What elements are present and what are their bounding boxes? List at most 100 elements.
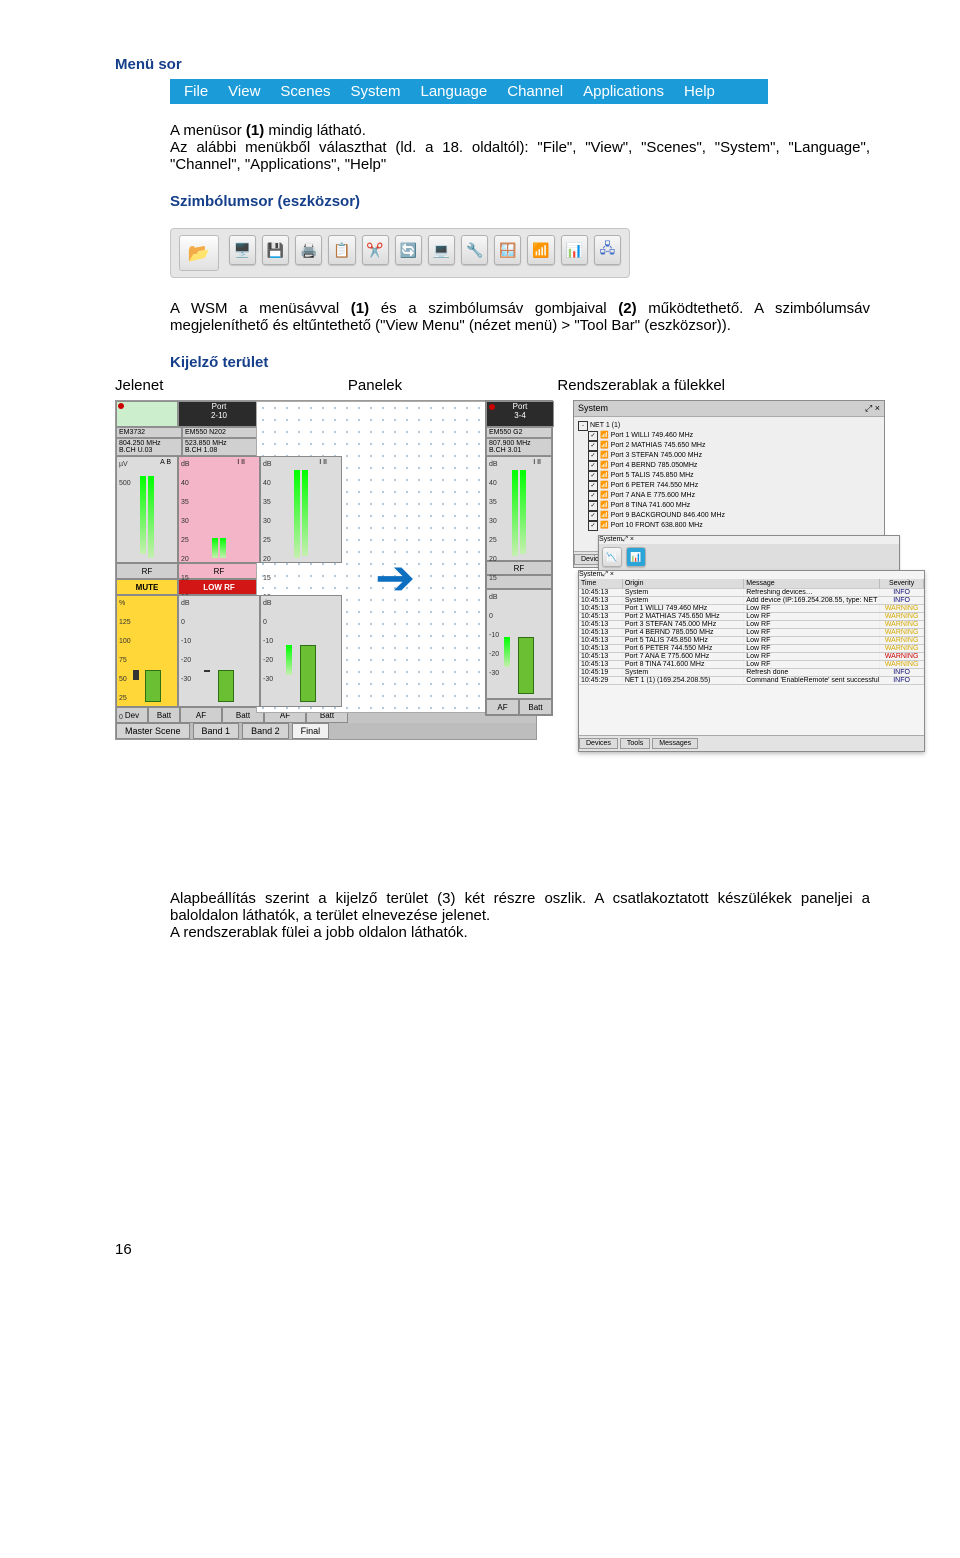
message-row: 10:45:13Port 8 TINA 741.600 MHzLow RFWAR… bbox=[579, 661, 924, 669]
port-hdr-0 bbox=[116, 401, 178, 427]
tree-item[interactable]: ✓📶 Port 3 STEFAN 745.000 MHz bbox=[578, 451, 880, 461]
tab-messages-3[interactable]: Messages bbox=[652, 738, 698, 749]
text: mindig látható. bbox=[264, 122, 366, 139]
tree-item[interactable]: ✓📶 Port 10 FRONT 638.800 MHz bbox=[578, 521, 880, 531]
menu-system[interactable]: System bbox=[350, 83, 400, 100]
paragraph-3: A WSM a menüsávval (1) és a szimbólumsáv… bbox=[170, 300, 870, 334]
menu-scenes[interactable]: Scenes bbox=[280, 83, 330, 100]
spectrum-icon[interactable]: 📊 bbox=[626, 547, 646, 567]
system-tree-titlebar: System⤢ × bbox=[574, 401, 884, 417]
tree-item[interactable]: ✓📶 Port 7 ANA E 775.600 MHz bbox=[578, 491, 880, 501]
af-label-f: AF bbox=[486, 699, 519, 715]
message-row: 10:45:19SystemRefresh doneINFO bbox=[579, 669, 924, 677]
tree: -NET 1 (1) ✓📶 Port 1 WILLI 749.460 MHz✓📶… bbox=[574, 417, 884, 551]
menu-view[interactable]: View bbox=[228, 83, 260, 100]
message-row: 10:45:13Port 1 WILLI 749.460 MHzLow RFWA… bbox=[579, 605, 924, 613]
rf-foot-1: RF bbox=[178, 563, 260, 579]
chart-icon[interactable]: 📊 bbox=[561, 235, 588, 265]
system3-tabs: Devices Tools Messages bbox=[579, 735, 924, 751]
text: A menüsor bbox=[170, 122, 246, 139]
arrow-icon: ➔ bbox=[375, 550, 415, 606]
text: és a szimbólumsáv gombjaival bbox=[369, 300, 618, 317]
tab-devices-3[interactable]: Devices bbox=[579, 738, 618, 749]
save-icon[interactable]: 💾 bbox=[262, 235, 289, 265]
lowrf-badge: LOW RF bbox=[178, 579, 260, 595]
window-icon[interactable]: 🪟 bbox=[494, 235, 521, 265]
rf-meter-1: dB40353025201510 I II bbox=[178, 456, 260, 563]
tree-item[interactable]: ✓📶 Port 5 TALIS 745.850 MHz bbox=[578, 471, 880, 481]
message-row: 10:45:13Port 7 ANA E 775.600 MHzLow RFWA… bbox=[579, 653, 924, 661]
paragraph-1: A menüsor (1) mindig látható. bbox=[170, 122, 870, 139]
paragraph-5: A rendszerablak fülei a jobb oldalon lát… bbox=[170, 924, 870, 941]
tree-net[interactable]: -NET 1 (1) bbox=[578, 421, 880, 431]
network-icon[interactable]: 🖧 bbox=[594, 235, 621, 265]
port34-rf: dB40353025201510 I II bbox=[486, 456, 552, 561]
rf-meter-0: µV500 A B bbox=[116, 456, 178, 563]
message-row: 10:45:13SystemAdd device (IP:169.254.208… bbox=[579, 597, 924, 605]
computer-icon[interactable]: 💻 bbox=[428, 235, 455, 265]
rf-hdr: I II bbox=[237, 459, 245, 466]
tree-item[interactable]: ✓📶 Port 1 WILLI 749.460 MHz bbox=[578, 431, 880, 441]
label-panelek: Panelek bbox=[270, 377, 480, 394]
port34-af: dB0-10-20-30 bbox=[486, 589, 552, 699]
copy-icon[interactable]: 📋 bbox=[328, 235, 355, 265]
bold-ref: (1) bbox=[246, 122, 264, 139]
scene-panels: Port 2-10 Port 3-4 EM3732 EM550 N202 EM5… bbox=[115, 400, 537, 740]
col-time: Time bbox=[579, 579, 623, 588]
heading-display-area: Kijelző terület bbox=[170, 354, 870, 371]
message-row: 10:45:13Port 4 BERND 785.050 MHzLow RFWA… bbox=[579, 629, 924, 637]
message-row: 10:45:13Port 3 STEFAN 745.000 MHzLow RFW… bbox=[579, 621, 924, 629]
menu-help[interactable]: Help bbox=[684, 83, 715, 100]
tab-final[interactable]: Final bbox=[292, 723, 330, 739]
message-row: 10:45:13SystemRefreshing devices…INFO bbox=[579, 589, 924, 597]
tree-item[interactable]: ✓📶 Port 8 TINA 741.600 MHz bbox=[578, 501, 880, 511]
paragraph-2: Az alábbi menükből választhat (ld. a 18.… bbox=[170, 139, 870, 173]
cut-icon[interactable]: ✂️ bbox=[362, 235, 389, 265]
folder-open-icon[interactable]: 📂 bbox=[179, 235, 219, 271]
refresh-icon[interactable]: 🔄 bbox=[395, 235, 422, 265]
rf-foot-0: RF bbox=[116, 563, 178, 579]
rf-hdr: I II bbox=[533, 459, 541, 466]
message-row: 10:45:13Port 5 TALIS 745.850 MHzLow RFWA… bbox=[579, 637, 924, 645]
bold-ref: (1) bbox=[351, 300, 369, 317]
port34-freq: 807.900 MHzB.CH 3.01 bbox=[486, 438, 552, 456]
menu-channel[interactable]: Channel bbox=[507, 83, 563, 100]
tree-item[interactable]: ✓📶 Port 4 BERND 785.050MHz bbox=[578, 461, 880, 471]
tree-item[interactable]: ✓📶 Port 9 BACKGROUND 846.400 MHz bbox=[578, 511, 880, 521]
tab-band1[interactable]: Band 1 bbox=[193, 723, 240, 739]
label-rendszerablak: Rendszerablak a fülekkel bbox=[480, 377, 725, 394]
symbol-toolbar: 📂 🖥️ 💾 🖨️ 📋 ✂️ 🔄 💻 🔧 🪟 📶 📊 🖧 bbox=[170, 228, 630, 278]
af-label: AF bbox=[180, 707, 222, 723]
system-messages-panel: System⤢ × Time Origin Message Severity 1… bbox=[578, 570, 925, 752]
batt-label-f: Batt bbox=[519, 699, 552, 715]
tree-item[interactable]: ✓📶 Port 6 PETER 744.550 MHz bbox=[578, 481, 880, 491]
tab-band2[interactable]: Band 2 bbox=[242, 723, 289, 739]
rf-icon[interactable]: 📶 bbox=[527, 235, 554, 265]
system3-titlebar: System⤢ × bbox=[579, 571, 924, 579]
wrench-icon[interactable]: 🔧 bbox=[461, 235, 488, 265]
bold-ref: (2) bbox=[618, 300, 636, 317]
freq-0: 804.250 MHzB.CH U.03 bbox=[116, 438, 182, 456]
label-jelenet: Jelenet bbox=[115, 377, 270, 394]
menu-applications[interactable]: Applications bbox=[583, 83, 664, 100]
scene-tabs: Master Scene Band 1 Band 2 Final bbox=[116, 723, 536, 739]
tab-tools-3[interactable]: Tools bbox=[620, 738, 650, 749]
rflevel-icon[interactable]: 📉 bbox=[602, 547, 622, 567]
tree-item[interactable]: ✓📶 Port 2 MATHIAS 745.650 MHz bbox=[578, 441, 880, 451]
floating-panel-port34: Port 3-4 EM550 G2 807.900 MHzB.CH 3.01 d… bbox=[485, 400, 553, 716]
message-row: 10:45:13Port 6 PETER 744.550 MHzLow RFWA… bbox=[579, 645, 924, 653]
message-row: 10:45:13Port 2 MATHIAS 745.650 MHzLow RF… bbox=[579, 613, 924, 621]
system2-titlebar: System⤢ × bbox=[599, 536, 899, 544]
menubar: File View Scenes System Language Channel… bbox=[170, 79, 768, 104]
monitor-icon[interactable]: 🖥️ bbox=[229, 235, 256, 265]
print-icon[interactable]: 🖨️ bbox=[295, 235, 322, 265]
page-number: 16 bbox=[115, 1241, 870, 1258]
paragraph-4: Alapbeállítás szerint a kijelző terület … bbox=[170, 890, 870, 924]
batt-label: Batt bbox=[148, 707, 180, 723]
menu-language[interactable]: Language bbox=[420, 83, 487, 100]
menu-file[interactable]: File bbox=[184, 83, 208, 100]
mute-badge: MUTE bbox=[116, 579, 178, 595]
heading-toolbar: Szimbólumsor (eszközsor) bbox=[170, 193, 870, 210]
rf-hdr: A B bbox=[160, 459, 171, 466]
af-meter-1: dB0-10-20-30 bbox=[178, 595, 260, 707]
